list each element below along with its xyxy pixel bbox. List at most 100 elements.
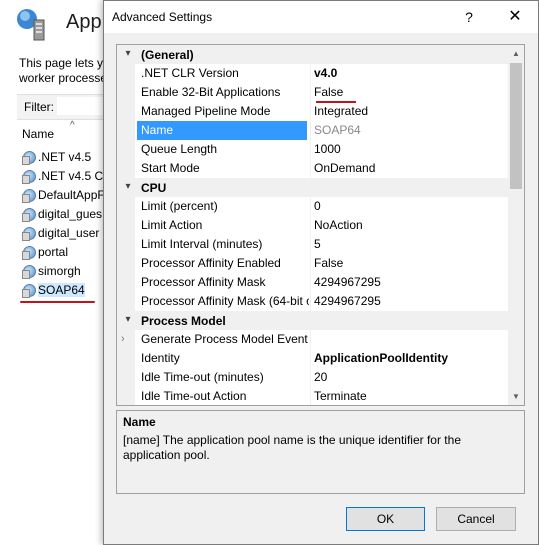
- row-gutter: [117, 102, 135, 121]
- property-row[interactable]: Idle Time-out (minutes) 20: [117, 368, 510, 387]
- description-text: [name] The application pool name is the …: [123, 433, 461, 462]
- property-value[interactable]: Terminate: [314, 387, 509, 405]
- application-pools-icon: [17, 9, 45, 41]
- page-description-line: worker processe: [19, 71, 108, 85]
- category-process-model[interactable]: ▾ Process Model: [117, 311, 510, 330]
- list-item[interactable]: DefaultAppF: [22, 185, 105, 204]
- filter-input[interactable]: [57, 97, 107, 115]
- advanced-settings-dialog: Advanced Settings ? ✕ ▾ (General) .NET C…: [103, 0, 539, 545]
- category-label: Process Model: [141, 314, 226, 328]
- property-row[interactable]: Enable 32-Bit Applications False: [117, 83, 510, 102]
- property-value[interactable]: False: [314, 254, 509, 273]
- scrollbar-thumb[interactable]: [510, 63, 522, 189]
- scroll-up-icon[interactable]: ▲: [508, 45, 524, 62]
- property-row[interactable]: Start Mode OnDemand: [117, 159, 510, 178]
- sort-arrow-icon[interactable]: ^: [70, 120, 75, 131]
- category-cpu[interactable]: ▾ CPU: [117, 178, 510, 197]
- list-item-selected[interactable]: SOAP64: [22, 280, 85, 299]
- property-value[interactable]: False: [314, 83, 509, 102]
- property-value[interactable]: [314, 330, 509, 349]
- property-value[interactable]: 20: [314, 368, 509, 387]
- property-row[interactable]: Identity ApplicationPoolIdentity: [117, 349, 510, 368]
- collapse-icon[interactable]: ▾: [123, 181, 133, 192]
- property-value[interactable]: OnDemand: [314, 159, 509, 178]
- page-description-line: This page lets yo: [19, 56, 110, 70]
- property-row[interactable]: › Generate Process Model Event L: [117, 330, 510, 349]
- list-item[interactable]: digital_gues: [22, 204, 102, 223]
- property-name: Start Mode: [141, 161, 200, 175]
- description-title: Name: [123, 415, 156, 429]
- property-name: Generate Process Model Event L: [141, 332, 309, 346]
- help-button[interactable]: ?: [457, 7, 481, 27]
- list-item[interactable]: digital_user: [22, 223, 99, 242]
- vertical-scrollbar[interactable]: ▲ ▼: [508, 45, 524, 405]
- property-name: Processor Affinity Mask (64-bit o: [141, 294, 309, 308]
- property-name: Limit (percent): [141, 199, 218, 213]
- list-item[interactable]: simorgh: [22, 261, 81, 280]
- property-name: Limit Action: [141, 218, 203, 232]
- property-row[interactable]: Limit Action NoAction: [117, 216, 510, 235]
- row-gutter: [117, 159, 135, 178]
- close-icon[interactable]: ✕: [500, 7, 530, 27]
- cancel-button[interactable]: Cancel: [436, 507, 516, 531]
- list-item[interactable]: .NET v4.5: [22, 147, 91, 166]
- expand-icon[interactable]: ›: [121, 333, 125, 345]
- property-value[interactable]: SOAP64: [314, 121, 509, 140]
- list-item-label: simorgh: [38, 263, 81, 278]
- list-item[interactable]: portal: [22, 242, 68, 261]
- property-row[interactable]: Limit Interval (minutes) 5: [117, 235, 510, 254]
- app-pool-icon: [22, 207, 36, 222]
- property-value[interactable]: ApplicationPoolIdentity: [314, 349, 509, 368]
- name-column-header[interactable]: Name: [22, 127, 54, 141]
- list-item-label: .NET v4.5 Cl: [38, 168, 106, 183]
- row-gutter: [117, 235, 135, 254]
- annotation-underline: [20, 301, 95, 303]
- category-label: CPU: [141, 181, 167, 195]
- app-pool-list: ^ Name .NET v4.5 .NET v4.5 Cl DefaultApp…: [17, 120, 109, 540]
- description-pane: Name [name] The application pool name is…: [116, 410, 525, 494]
- property-name: Limit Interval (minutes): [141, 237, 263, 251]
- ok-button[interactable]: OK: [346, 507, 425, 531]
- property-row[interactable]: .NET CLR Version v4.0: [117, 64, 510, 83]
- property-name: Idle Time-out Action: [141, 389, 247, 403]
- filter-label: Filter:: [24, 100, 54, 114]
- row-gutter: [117, 349, 135, 368]
- property-value[interactable]: v4.0: [314, 64, 509, 83]
- list-item-label: digital_gues: [38, 206, 103, 221]
- list-item[interactable]: .NET v4.5 Cl: [22, 166, 106, 185]
- list-item-label: DefaultAppF: [38, 187, 105, 202]
- property-name: Processor Affinity Mask: [141, 275, 266, 289]
- property-value[interactable]: 1000: [314, 140, 509, 159]
- property-row[interactable]: Processor Affinity Mask 4294967295: [117, 273, 510, 292]
- property-value[interactable]: NoAction: [314, 216, 509, 235]
- property-value[interactable]: 4294967295: [314, 273, 509, 292]
- property-row[interactable]: Processor Affinity Enabled False: [117, 254, 510, 273]
- property-value[interactable]: 5: [314, 235, 509, 254]
- property-row[interactable]: Idle Time-out Action Terminate: [117, 387, 510, 405]
- property-name: Processor Affinity Enabled: [141, 256, 281, 270]
- collapse-icon[interactable]: ▾: [123, 314, 133, 325]
- property-row[interactable]: Managed Pipeline Mode Integrated: [117, 102, 510, 121]
- row-gutter: [117, 216, 135, 235]
- row-gutter: [117, 197, 135, 216]
- row-gutter: [117, 83, 135, 102]
- property-value[interactable]: 4294967295: [314, 292, 509, 311]
- property-value[interactable]: 0: [314, 197, 509, 216]
- page-description: This page lets yo worker processe: [19, 56, 111, 86]
- collapse-icon[interactable]: ▾: [123, 48, 133, 59]
- app-pool-icon: [22, 150, 36, 165]
- property-row-selected[interactable]: Name SOAP64: [117, 121, 510, 140]
- property-grid: ▾ (General) .NET CLR Version v4.0 Enable…: [116, 44, 525, 406]
- property-row[interactable]: Processor Affinity Mask (64-bit o 429496…: [117, 292, 510, 311]
- list-item-label: portal: [38, 244, 69, 259]
- category-general[interactable]: ▾ (General): [117, 45, 510, 64]
- row-gutter: [117, 330, 135, 349]
- dialog-title: Advanced Settings: [112, 10, 213, 24]
- property-value[interactable]: Integrated: [314, 102, 509, 121]
- property-row[interactable]: Limit (percent) 0: [117, 197, 510, 216]
- property-name: Queue Length: [141, 142, 218, 156]
- scroll-down-icon[interactable]: ▼: [508, 388, 524, 405]
- app-pool-icon: [22, 226, 36, 241]
- property-row[interactable]: Queue Length 1000: [117, 140, 510, 159]
- app-pool-icon: [22, 283, 36, 298]
